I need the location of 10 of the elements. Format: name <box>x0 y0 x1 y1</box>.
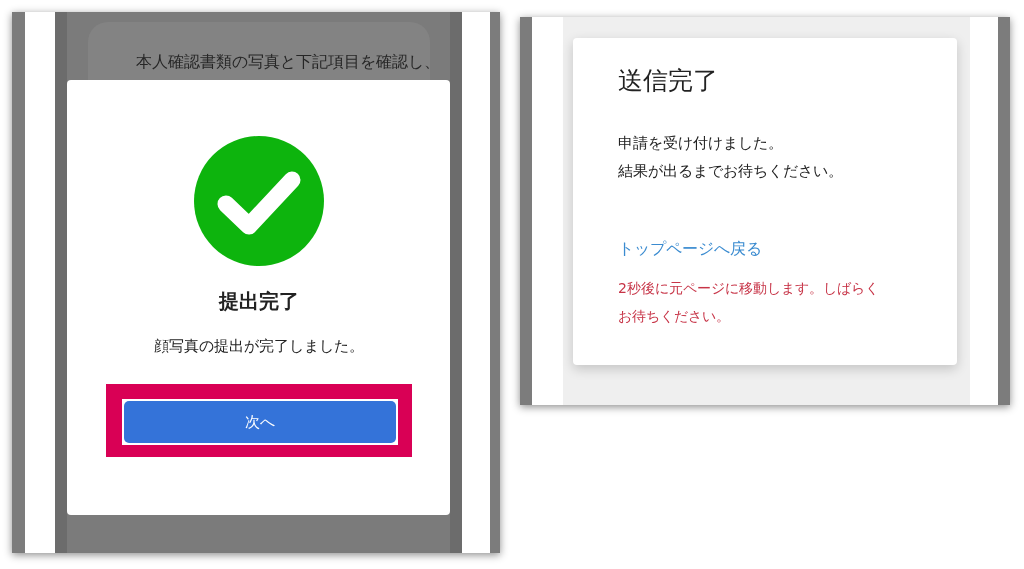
instruction-text: 本人確認書類の写真と下記項目を確認し、 <box>136 52 440 71</box>
check-icon <box>193 136 324 266</box>
dialog-message: 顔写真の提出が完了しました。 <box>153 337 364 356</box>
redirect-notice: 2秒後に元ページに移動します。しばらくお待ちください。 <box>618 279 880 326</box>
message-line: 結果が出るまでお待ちください。 <box>618 161 843 182</box>
next-button[interactable]: 次へ <box>123 401 396 443</box>
top-page-link[interactable]: トップページへ戻る <box>618 239 762 260</box>
dialog-title: 提出完了 <box>218 288 299 315</box>
message-line: 申請を受け付けました。 <box>618 133 784 154</box>
card-title: 送信完了 <box>618 65 718 97</box>
